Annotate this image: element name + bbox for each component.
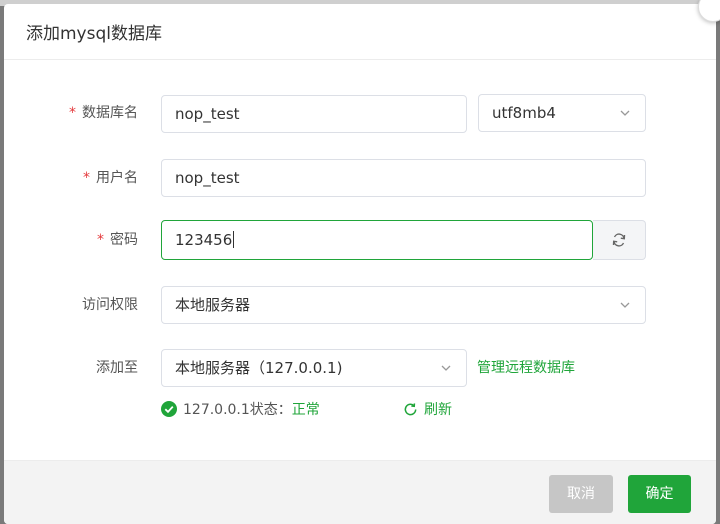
text-caret [233,231,235,248]
add-to-label: 添加至 [96,360,138,376]
required-mark: * [97,232,104,248]
chevron-down-icon [620,110,630,116]
password-row: * 密码 123456 [4,220,716,262]
status-state: 正常 [291,402,320,418]
access-select[interactable]: 本地服务器 [161,286,646,324]
refresh-icon [404,402,417,415]
add-mysql-database-dialog: 添加mysql数据库 * 数据库名 nop_test utf8mb4 * 用户名 n… [4,4,716,524]
password-label: * 密码 [97,232,138,248]
add-to-select[interactable]: 本地服务器（127.0.0.1) [161,349,467,387]
access-label: 访问权限 [82,297,138,313]
manage-remote-db-link[interactable]: 管理远程数据库 [477,349,575,387]
username-input[interactable]: nop_test [161,159,646,197]
username-row: * 用户名 nop_test [4,159,716,197]
db-name-label: * 数据库名 [69,105,138,121]
add-to-row: 添加至 本地服务器（127.0.0.1) 管理远程数据库 [4,349,716,387]
check-circle-icon [161,401,177,417]
generate-password-button[interactable] [593,220,646,260]
username-label: * 用户名 [83,170,138,186]
refresh-label: 刷新 [424,402,452,418]
refresh-status-button[interactable]: 刷新 [403,398,452,420]
add-to-value: 本地服务器（127.0.0.1) [175,359,343,377]
dialog-header: 添加mysql数据库 [4,4,716,60]
server-status: 127.0.0.1状态： 正常 [161,398,320,420]
required-mark: * [69,105,76,121]
db-name-row: * 数据库名 nop_test utf8mb4 [4,94,716,133]
db-name-input[interactable]: nop_test [161,95,467,133]
chevron-down-icon [441,365,451,371]
required-mark: * [83,170,90,186]
password-value: 123456 [175,231,233,249]
charset-value: utf8mb4 [492,104,556,122]
chevron-down-icon [620,302,630,308]
confirm-button[interactable]: 确定 [628,475,691,513]
cancel-button[interactable]: 取消 [549,475,613,513]
dialog-footer: 取消 确定 [4,460,716,524]
charset-select[interactable]: utf8mb4 [478,94,646,132]
refresh-icon [612,233,626,247]
access-row: 访问权限 本地服务器 [4,286,716,324]
status-host: 127.0.0.1状态： [183,402,292,418]
password-input[interactable]: 123456 [161,220,593,260]
dialog-title: 添加mysql数据库 [26,24,162,44]
access-value: 本地服务器 [175,296,251,314]
